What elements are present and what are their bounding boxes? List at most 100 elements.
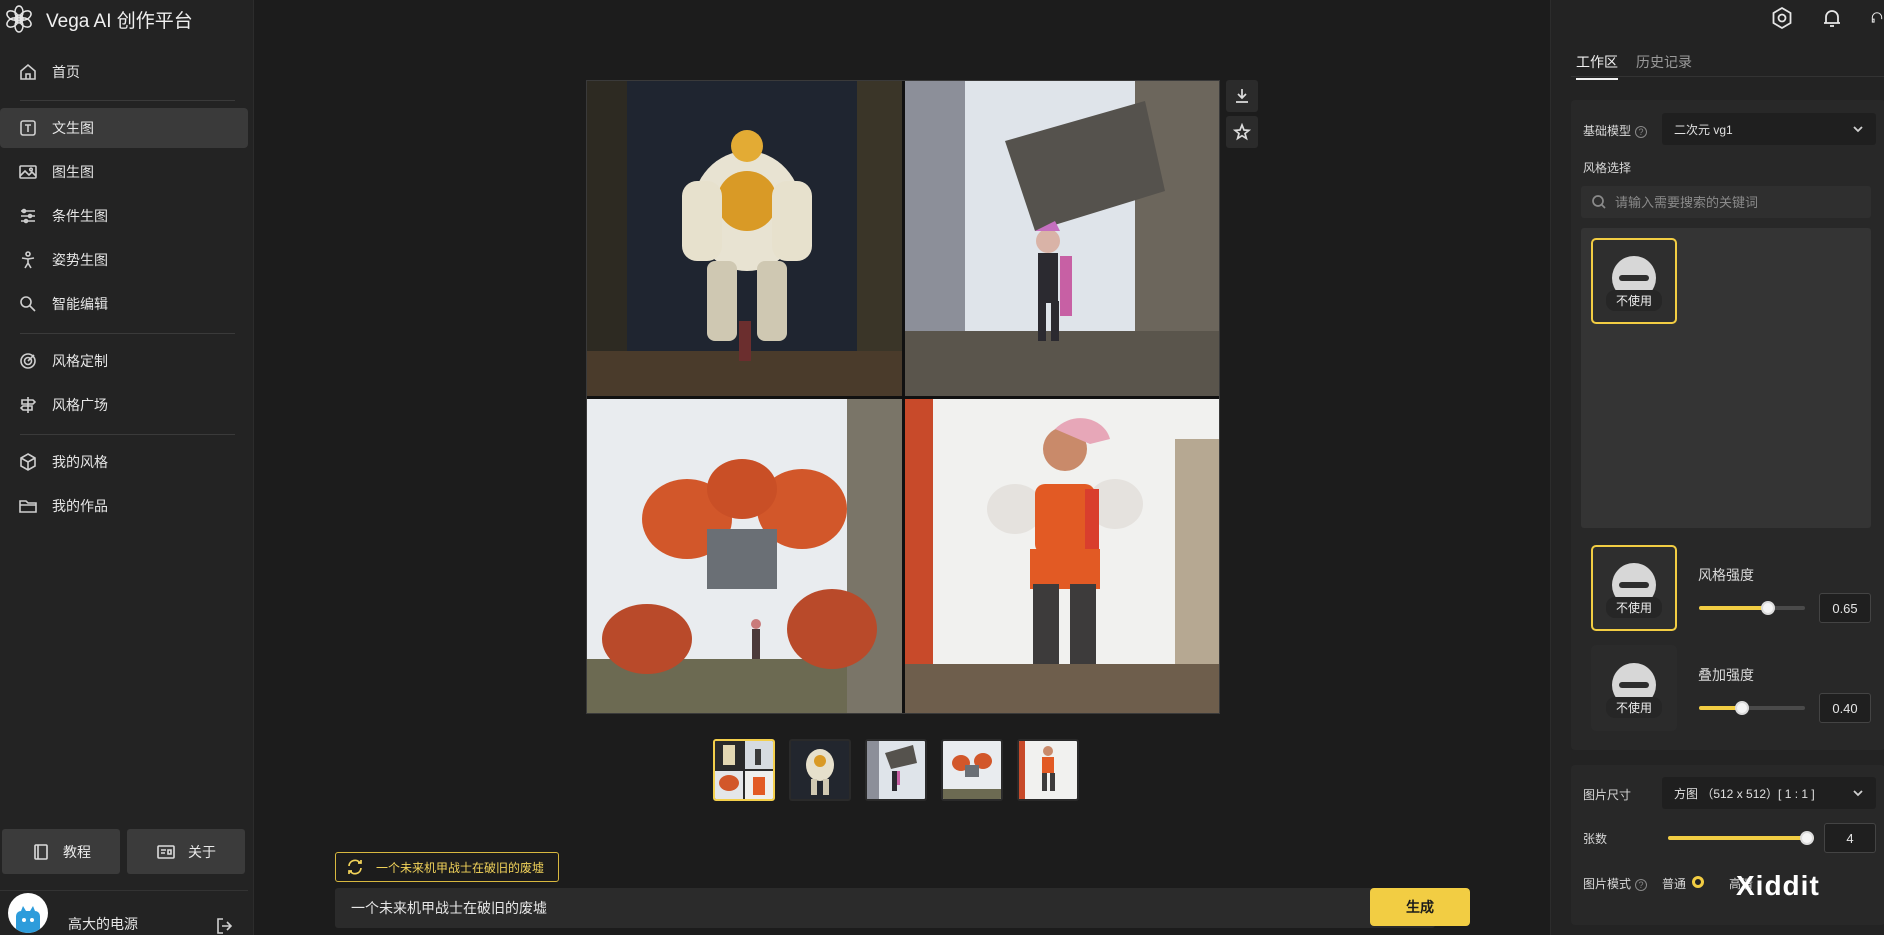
- search-icon: [1592, 195, 1606, 209]
- thumbnail-1[interactable]: [789, 739, 851, 801]
- box-icon: [20, 453, 36, 471]
- base-model-label: 基础模型?: [1583, 122, 1648, 139]
- logout-icon[interactable]: [216, 917, 234, 935]
- thumbnail-3[interactable]: [941, 739, 1003, 801]
- top-toolbar: [1770, 6, 1884, 30]
- headset-icon[interactable]: [1870, 6, 1884, 30]
- settings-hex-icon[interactable]: [1770, 6, 1794, 30]
- sidebar-item-label: 我的风格: [52, 454, 108, 470]
- style-search-input[interactable]: [1615, 194, 1865, 210]
- base-model-label-text: 基础模型: [1583, 124, 1632, 138]
- avatar[interactable]: [8, 893, 48, 933]
- folder-icon: [19, 500, 37, 513]
- result-image-4[interactable]: [904, 398, 1219, 713]
- prompt-history-chip[interactable]: 一个未来机甲战士在破旧的废墟: [335, 852, 560, 882]
- refresh-icon: [348, 859, 362, 875]
- style-strength-label: 风格强度: [1698, 567, 1754, 583]
- no-use-caption: 不使用: [1605, 596, 1662, 618]
- image-size-label: 图片尺寸: [1583, 788, 1632, 802]
- overlay-option-none[interactable]: 不使用: [1591, 645, 1677, 731]
- divider: [20, 100, 235, 101]
- sidebar-item-label: 文生图: [52, 120, 94, 136]
- no-entry-bar: [1619, 581, 1649, 588]
- result-image-3[interactable]: [587, 398, 902, 713]
- sidebar: Vega AI 创作平台 首页 文生图 图生图 条件生图 姿势生图 智能编辑 风…: [0, 0, 254, 935]
- slider-fill: [1668, 836, 1814, 840]
- about-label: 关于: [188, 843, 216, 860]
- style-strength-value[interactable]: 0.65: [1819, 593, 1871, 623]
- text-icon: [20, 120, 36, 136]
- watermark-logo: Xiddit: [1736, 870, 1820, 901]
- slider-knob[interactable]: [1735, 701, 1749, 715]
- result-image-grid[interactable]: [586, 80, 1220, 714]
- thumbnail-image: [867, 741, 925, 799]
- overlay-strength-value[interactable]: 0.40: [1819, 693, 1871, 723]
- signpost-icon: [19, 397, 37, 413]
- main-canvas: 一个未来机甲战士在破旧的废墟 生成: [255, 0, 1550, 935]
- count-slider[interactable]: [1668, 829, 1814, 847]
- thumbnail-2[interactable]: [865, 739, 927, 801]
- prompt-chip-text: 一个未来机甲战士在破旧的废墟: [376, 860, 545, 875]
- count-value[interactable]: 4: [1824, 823, 1876, 853]
- help-icon[interactable]: ?: [1635, 879, 1648, 891]
- thumbnail-image: [791, 741, 849, 799]
- tutorial-button[interactable]: 教程: [2, 829, 120, 874]
- overlay-strength-slider[interactable]: [1699, 699, 1805, 717]
- slider-fill: [1699, 606, 1768, 610]
- settings-panel: 工作区 历史记录 基础模型? 二次元 vg1 风格选择 不使用 不使用 风格强度: [1550, 0, 1884, 935]
- tabs-divider: [1571, 76, 1884, 77]
- chevron-down-icon: [1853, 126, 1863, 133]
- base-model-select[interactable]: 二次元 vg1: [1662, 113, 1876, 145]
- image-orange-armored-woman: [904, 398, 1219, 713]
- sidebar-item-label: 首页: [52, 64, 80, 80]
- sidebar-item-my-style[interactable]: 我的风格: [0, 442, 248, 482]
- bell-icon[interactable]: [1820, 6, 1844, 30]
- style-strength-slider[interactable]: [1699, 599, 1805, 617]
- prompt-input[interactable]: [335, 888, 1435, 928]
- sidebar-item-label: 条件生图: [52, 208, 108, 224]
- style-search[interactable]: [1581, 186, 1871, 218]
- style-select-label: 风格选择: [1583, 161, 1632, 175]
- sidebar-item-style-custom[interactable]: 风格定制: [0, 341, 248, 381]
- mode-normal-radio[interactable]: [1692, 876, 1704, 888]
- thumbnail-4[interactable]: [1017, 739, 1079, 801]
- result-image-2[interactable]: [904, 81, 1219, 396]
- style-option-none[interactable]: 不使用: [1591, 238, 1677, 324]
- sidebar-item-text-to-image[interactable]: 文生图: [0, 108, 248, 148]
- sidebar-item-smart-edit[interactable]: 智能编辑: [0, 284, 248, 324]
- thumbnail-grid[interactable]: [713, 739, 775, 801]
- no-entry-bar: [1619, 681, 1649, 688]
- sidebar-item-conditional[interactable]: 条件生图: [0, 196, 248, 236]
- sliders-icon: [21, 208, 35, 224]
- result-image-1[interactable]: [587, 81, 902, 396]
- sidebar-item-home[interactable]: 首页: [0, 52, 248, 92]
- brand[interactable]: Vega AI 创作平台: [4, 4, 193, 34]
- image-mech-gold: [587, 81, 902, 396]
- slider-knob[interactable]: [1800, 831, 1814, 845]
- divider: [20, 434, 235, 435]
- sidebar-item-image-to-image[interactable]: 图生图: [0, 152, 248, 192]
- no-use-caption: 不使用: [1605, 696, 1662, 718]
- about-button[interactable]: 关于: [127, 829, 245, 874]
- favorite-button[interactable]: [1226, 116, 1258, 148]
- image-icon: [19, 165, 37, 179]
- slider-knob[interactable]: [1761, 601, 1775, 615]
- thumbnail-image: [1019, 741, 1077, 799]
- style-strength-option-none[interactable]: 不使用: [1591, 545, 1677, 631]
- user-row: 高大的电源: [0, 890, 248, 935]
- mode-normal-label[interactable]: 普通: [1662, 875, 1686, 892]
- sidebar-item-pose[interactable]: 姿势生图: [0, 240, 248, 280]
- sidebar-item-style-square[interactable]: 风格广场: [0, 385, 248, 425]
- thumbnail-image: [943, 741, 1001, 799]
- star-icon: [1233, 123, 1251, 141]
- overlay-strength-label: 叠加强度: [1698, 667, 1754, 683]
- generate-button[interactable]: 生成: [1370, 888, 1470, 926]
- help-icon[interactable]: ?: [1635, 126, 1648, 138]
- sidebar-item-my-works[interactable]: 我的作品: [0, 486, 248, 526]
- target-icon: [20, 353, 36, 369]
- image-size-select[interactable]: 方图 （512 x 512）[ 1 : 1 ]: [1662, 777, 1876, 809]
- card-icon: [157, 844, 175, 859]
- tutorial-label: 教程: [63, 843, 91, 860]
- home-icon: [20, 63, 36, 80]
- download-button[interactable]: [1226, 80, 1258, 112]
